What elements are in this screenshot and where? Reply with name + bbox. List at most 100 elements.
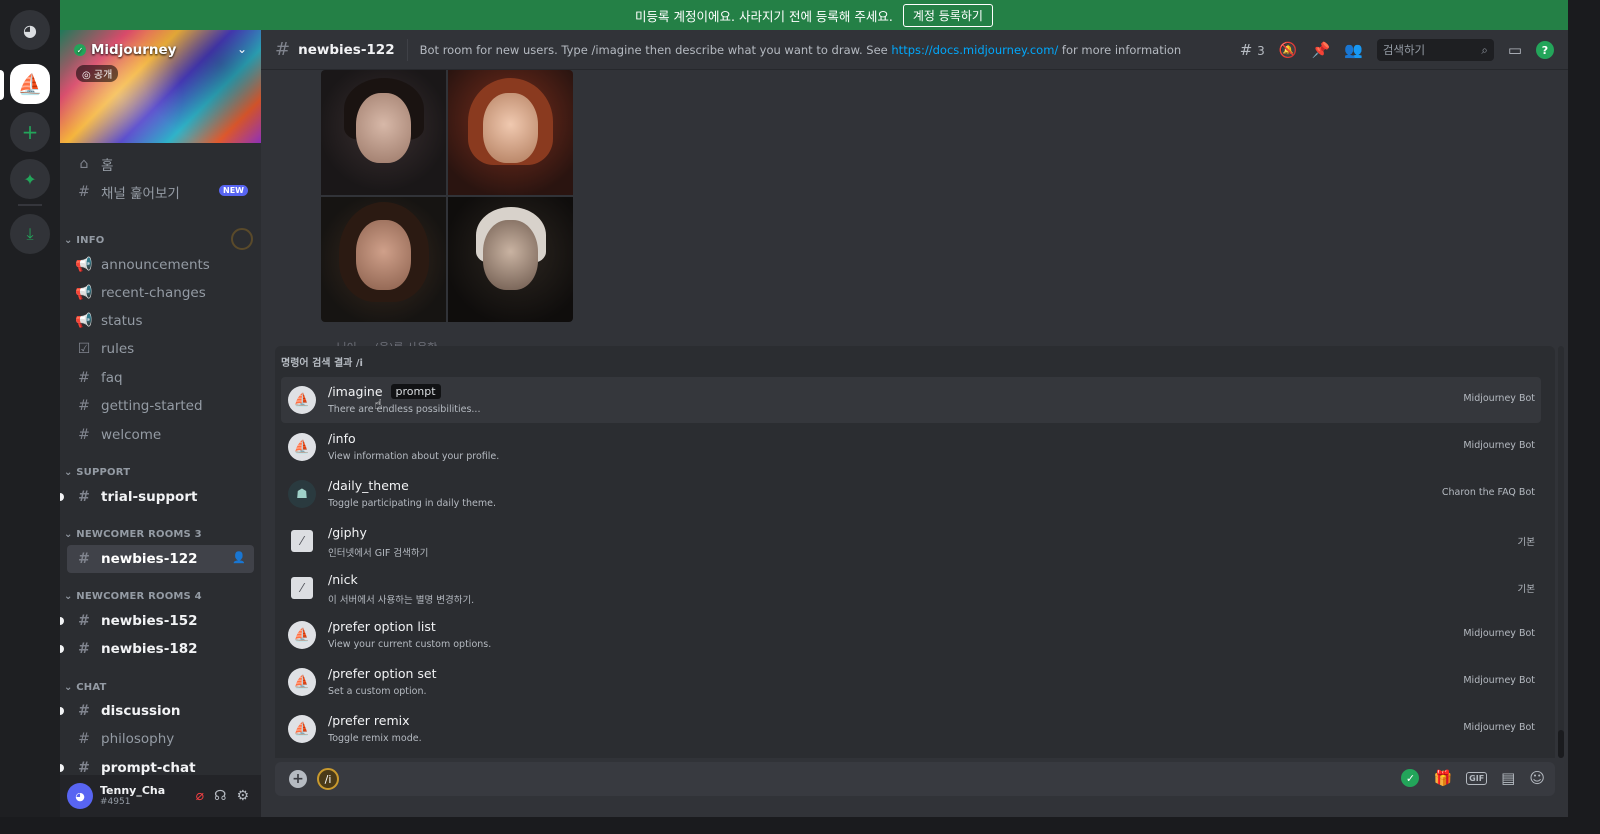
category-support[interactable]: ⌄ SUPPORT [64,467,130,478]
threads-icon[interactable]: # 3 [1240,41,1265,59]
command-option-prefer-option-set[interactable]: ⛵ /prefer option set Set a custom option… [281,659,1541,705]
command-desc: 이 서버에서 사용하는 별명 변경하기. [328,595,475,606]
add-member-icon[interactable]: 👤 [232,551,246,564]
guild-banner[interactable]: ✓ Midjourney ⌄ ◎ 공개 [60,30,261,143]
command-autocomplete: 명령어 검색 결과 /i ⛵ /imagine prompt There are … [275,346,1555,758]
rail-divider [18,204,42,206]
pin-icon[interactable]: 📌 [1311,41,1330,59]
mute-bell-icon[interactable]: 🔕 [1279,41,1298,59]
megaphone-icon: 📢 [75,257,93,273]
unread-indicator [60,617,64,625]
generated-image-1[interactable] [321,70,446,195]
gif-button[interactable]: GIF [1466,771,1488,785]
home-button[interactable]: ◕ [10,10,50,50]
command-option-daily-theme[interactable]: ☗ /daily_theme Toggle participating in d… [281,471,1541,517]
command-source: 기본 [1517,584,1535,595]
command-option-prefer-remix[interactable]: ⛵ /prefer remix Toggle remix mode. Midjo… [281,706,1541,752]
server-midjourney[interactable]: ⛵ [10,64,50,104]
command-option-giphy[interactable]: ⁄ /giphy 인터넷에서 GIF 검색하기 기본 [281,518,1541,564]
attach-plus-icon[interactable]: + [289,770,307,788]
channel-philosophy[interactable]: # philosophy [67,725,254,753]
claim-account-button[interactable]: 계정 등록하기 [902,3,993,27]
channel-discussion[interactable]: # discussion [60,697,254,725]
nav-browse-channels[interactable]: # 채널 훑어보기 NEW [67,178,254,206]
mute-mic-icon[interactable]: ⌀ [196,788,204,804]
inbox-icon[interactable]: ▭ [1508,41,1522,59]
generated-image-2[interactable] [448,70,573,195]
channel-welcome[interactable]: # welcome [67,421,254,449]
channel-getting-started[interactable]: # getting-started [67,392,254,420]
unread-indicator [60,645,64,653]
command-desc: View information about your profile. [328,451,500,462]
channel-label: newbies-152 [101,613,198,629]
message-composer[interactable]: + /i ✓ 🎁 GIF ▤ ☺ [275,762,1555,796]
channel-announcements[interactable]: 📢 announcements [67,251,254,279]
guild-title[interactable]: ✓ Midjourney [74,42,176,58]
discord-icon: ◕ [23,20,37,40]
grammar-check-icon[interactable]: ✓ [1401,769,1420,787]
command-name: /prefer option set [328,666,437,681]
hash-icon: # [275,39,291,60]
scroll-thumb[interactable] [1558,730,1564,758]
sticker-icon[interactable]: ▤ [1501,769,1515,787]
new-badge: NEW [219,185,248,196]
command-desc: There are endless possibilities... [328,404,481,415]
category-newcomer-rooms-3[interactable]: ⌄ NEWCOMER ROOMS 3 [64,529,202,540]
emoji-icon[interactable]: ☺ [1529,769,1545,787]
loading-ring-icon [231,228,253,250]
nav-home[interactable]: ⌂ 홈 [67,150,254,178]
guild-name: Midjourney [91,42,177,58]
help-icon[interactable]: ? [1536,41,1554,59]
category-chat[interactable]: ⌄ CHAT [64,682,107,693]
command-option-info[interactable]: ⛵ /info View information about your prof… [281,424,1541,470]
nav-home-label: 홈 [101,158,114,174]
channel-newbies-182[interactable]: # newbies-182 [60,635,254,663]
command-option-prefer-option-list[interactable]: ⛵ /prefer option list View your current … [281,612,1541,658]
explore-servers-button[interactable]: ✦ [10,159,50,199]
channel-label: welcome [101,427,162,443]
generated-image-4[interactable] [448,197,573,322]
channel-status[interactable]: 📢 status [67,307,254,335]
command-option-imagine[interactable]: ⛵ /imagine prompt There are endless possi… [281,377,1541,423]
command-desc: View your current custom options. [328,639,492,650]
channel-rules[interactable]: ☑ rules [67,335,254,363]
gift-icon[interactable]: 🎁 [1433,769,1452,787]
category-info[interactable]: ⌄ INFO [64,235,105,246]
user-tag: #4951 [100,797,131,807]
channel-recent-changes[interactable]: 📢 recent-changes [67,279,254,307]
header-divider [406,38,408,61]
command-option-nick[interactable]: ⁄ /nick 이 서버에서 사용하는 별명 변경하기. 기본 [281,565,1541,611]
rules-checkbox-icon: ☑ [77,341,91,357]
hash-icon: # [78,398,90,414]
hash-icon: # [78,613,90,629]
channel-topic[interactable]: Bot room for new users. Type /imagine th… [420,43,1182,57]
autocomplete-scrollbar[interactable] [1558,346,1564,758]
category-newcomer-rooms-4[interactable]: ⌄ NEWCOMER ROOMS 4 [64,591,202,602]
channel-faq[interactable]: # faq [67,364,254,392]
hash-icon: # [78,370,90,386]
command-desc: Toggle remix mode. [328,733,422,744]
chevron-down-icon[interactable]: ⌄ [237,42,247,56]
members-icon[interactable]: 👥 [1344,41,1363,59]
search-input[interactable]: 검색하기 ⌕ [1376,39,1494,61]
download-apps-button[interactable]: ⤓ [10,214,50,254]
channel-sidebar: ✓ Midjourney ⌄ ◎ 공개 ⌂ 홈 # 채널 훑어보기 NEW ⌄ … [60,30,261,817]
add-server-button[interactable]: + [10,112,50,152]
gear-icon[interactable]: ⚙ [236,788,249,804]
sailboat-icon: ⛵ [288,621,316,649]
user-identity[interactable]: Tenny_Cha #4951 [100,785,165,808]
channel-label: trial-support [101,489,198,505]
generated-image-3[interactable] [321,197,446,322]
channel-newbies-122[interactable]: # newbies-122 👤 [67,545,254,573]
generated-image-grid[interactable] [321,70,573,322]
guild-visibility-badge: ◎ 공개 [76,65,119,82]
command-source: 기본 [1517,537,1535,548]
headphones-icon[interactable]: ☊ [214,788,226,804]
message-input[interactable]: /i [317,768,339,790]
docs-link[interactable]: https://docs.midjourney.com/ [891,43,1058,57]
sailboat-icon: ⛵ [17,72,43,96]
avatar[interactable]: ◕ [67,783,93,809]
search-icon: ⌕ [1481,42,1488,57]
channel-newbies-152[interactable]: # newbies-152 [60,607,254,635]
channel-trial-support[interactable]: # trial-support [60,483,254,511]
